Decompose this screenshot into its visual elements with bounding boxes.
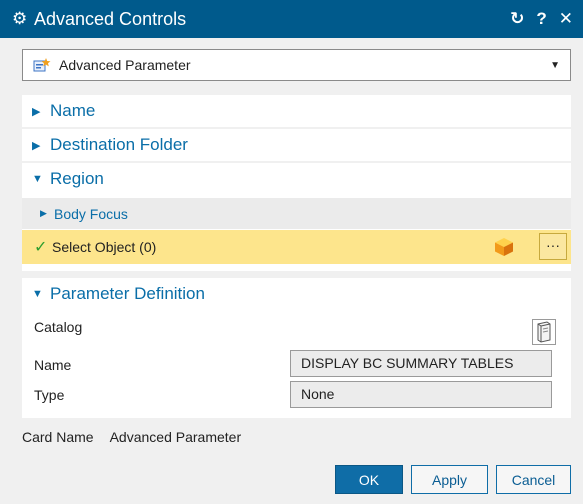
section-region-header[interactable]: ▼ Region [22, 163, 571, 195]
section-region: ▼ Region ▶ Body Focus ✓ Select Object (0… [22, 163, 571, 271]
triangle-right-icon: ▶ [40, 208, 47, 218]
cancel-button[interactable]: Cancel [496, 465, 571, 494]
triangle-right-icon: ▶ [32, 139, 41, 152]
card-name: Card Name Advanced Parameter [22, 429, 241, 445]
section-name-label: Name [50, 101, 96, 120]
type-dropdown[interactable]: Advanced Parameter ▼ [22, 49, 571, 81]
triangle-right-icon: ▶ [32, 105, 41, 118]
section-name[interactable]: ▶ Name [22, 95, 571, 127]
triangle-down-icon: ▼ [32, 173, 43, 185]
section-destination-folder[interactable]: ▶ Destination Folder [22, 129, 571, 161]
parameter-icon [33, 58, 51, 72]
subsection-body-focus[interactable]: ▶ Body Focus [22, 198, 571, 229]
param-type-label: Type [34, 387, 65, 403]
ok-button[interactable]: OK [335, 465, 403, 494]
catalog-button[interactable] [532, 319, 556, 345]
type-dropdown-value: Advanced Parameter [59, 57, 191, 73]
card-name-label: Card Name [22, 429, 94, 445]
param-name-label: Name [34, 357, 72, 373]
subsection-body-focus-label: Body Focus [54, 205, 128, 222]
triangle-down-icon: ▼ [32, 288, 43, 300]
check-icon: ✓ [34, 239, 48, 256]
param-type-field[interactable]: None [290, 381, 552, 408]
select-object-row[interactable]: ✓ Select Object (0) ··· [22, 230, 571, 264]
title-bar: ⚙ Advanced Controls ↻ ? ✕ [0, 0, 583, 38]
close-icon[interactable]: ✕ [559, 9, 573, 29]
select-object-label: Select Object (0) [52, 239, 157, 255]
section-parameter-definition-header[interactable]: ▼ Parameter Definition [22, 278, 571, 310]
param-name-field[interactable]: DISPLAY BC SUMMARY TABLES [290, 350, 552, 377]
help-icon[interactable]: ? [536, 9, 546, 29]
cube-icon [495, 238, 513, 256]
apply-button[interactable]: Apply [411, 465, 488, 494]
reset-icon[interactable]: ↻ [510, 9, 524, 29]
more-options-button[interactable]: ··· [539, 233, 567, 260]
section-parameter-definition: ▼ Parameter Definition Catalog Name DISP… [22, 278, 571, 418]
section-parameter-definition-label: Parameter Definition [50, 284, 205, 303]
chevron-down-icon: ▼ [550, 59, 560, 71]
catalog-book-icon [537, 321, 551, 343]
catalog-label: Catalog [34, 319, 83, 335]
gear-icon: ⚙ [12, 9, 28, 28]
section-destination-folder-label: Destination Folder [50, 135, 188, 154]
dialog-title: Advanced Controls [34, 8, 187, 29]
card-name-value: Advanced Parameter [109, 429, 242, 445]
section-region-label: Region [50, 169, 104, 188]
